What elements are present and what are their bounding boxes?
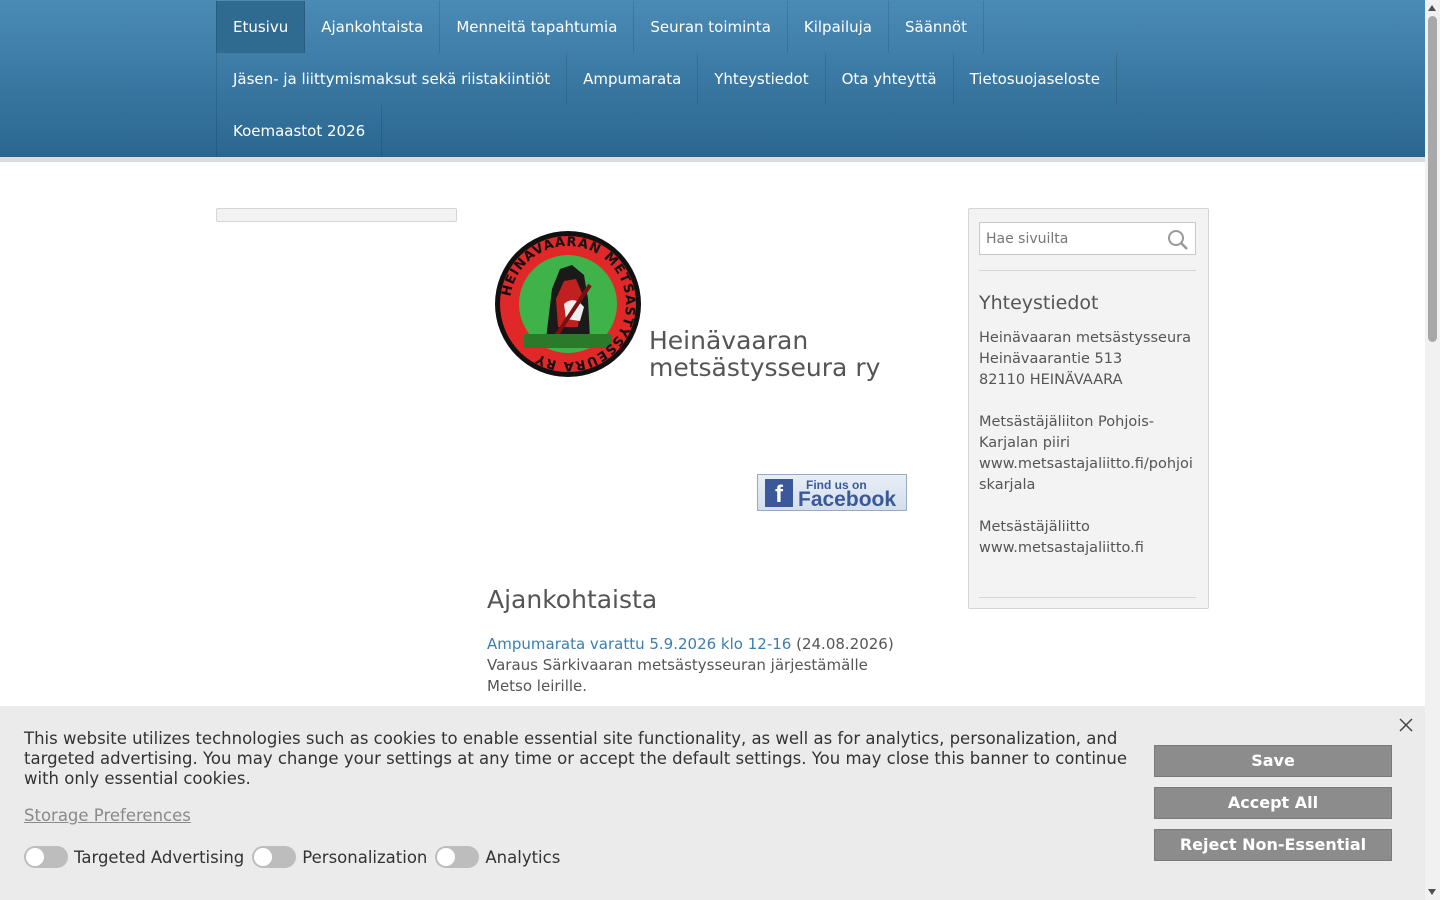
toggle-knob <box>254 848 273 866</box>
nav-row-3: Koemaastot 2026 <box>216 105 383 157</box>
search-icon[interactable] <box>1167 229 1189 251</box>
scroll-down-arrow-icon[interactable] <box>1428 889 1436 895</box>
federation-name: Metsästäjäliitto <box>979 519 1090 535</box>
club-logo: HEINÄVAARAN METSÄSTYSSEURA RY <box>494 229 642 379</box>
news-item-title-link[interactable]: Ampumarata varattu 5.9.2026 klo 12-16 <box>487 635 791 653</box>
save-button[interactable]: Save <box>1154 745 1392 777</box>
accept-all-button[interactable]: Accept All <box>1154 787 1392 819</box>
club-street: Heinävaarantie 513 <box>979 351 1123 367</box>
club-address: Heinävaaran metsästysseura Heinävaaranti… <box>979 328 1199 391</box>
federation-info: Metsästäjäliitto www.metsastajaliitto.fi <box>979 517 1199 559</box>
toggle-knob <box>26 848 44 866</box>
contact-sidebar: Yhteystiedot Heinävaaran metsästysseura … <box>968 208 1209 609</box>
club-postal: 82110 HEINÄVAARA <box>979 372 1123 388</box>
site-title: Heinävaaran metsästysseura ry <box>649 327 880 381</box>
nav-item-ajankohtaista[interactable]: Ajankohtaista <box>305 1 441 53</box>
targeted-advertising-toggle[interactable] <box>24 846 68 868</box>
nav-item-yhteystiedot[interactable]: Yhteystiedot <box>698 53 826 105</box>
nav-item-koemaastot[interactable]: Koemaastot 2026 <box>216 105 383 157</box>
contact-heading: Yhteystiedot <box>979 292 1099 314</box>
personalization-toggle[interactable] <box>252 846 297 868</box>
toggle-knob <box>437 848 456 866</box>
storage-preferences-link[interactable]: Storage Preferences <box>24 806 191 825</box>
nav-item-ampumarata[interactable]: Ampumarata <box>567 53 699 105</box>
district-url: www.metsastajaliitto.fi/pohjoiskarjala <box>979 456 1193 493</box>
news-item: Ampumarata varattu 5.9.2026 klo 12-16 (2… <box>487 634 907 697</box>
nav-item-ota-yhteytta[interactable]: Ota yhteyttä <box>826 53 954 105</box>
cookie-toggles: Targeted Advertising Personalization Ana… <box>24 846 568 868</box>
nav-item-jasenmaksut[interactable]: Jäsen- ja liittymismaksut sekä riistakii… <box>216 53 568 105</box>
nav-item-saannot[interactable]: Säännöt <box>889 1 984 53</box>
top-navigation: Etusivu Ajankohtaista Menneitä tapahtumi… <box>0 0 1425 162</box>
news-item-date: (24.08.2026) <box>796 635 894 653</box>
nav-row-1: Etusivu Ajankohtaista Menneitä tapahtumi… <box>216 1 984 53</box>
news-item-body: Varaus Särkivaaran metsästysseuran järje… <box>487 656 868 695</box>
district-info: Metsästäjäliiton Pohjois-Karjalan piiri … <box>979 412 1199 496</box>
personalization-label: Personalization <box>302 847 428 867</box>
club-name: Heinävaaran metsästysseura <box>979 330 1191 346</box>
news-heading: Ajankohtaista <box>487 585 658 614</box>
district-name: Metsästäjäliiton Pohjois-Karjalan piiri <box>979 414 1155 451</box>
sidebar-divider-bottom <box>979 597 1196 598</box>
site-title-line-2: metsästysseura ry <box>649 353 881 382</box>
nav-item-tietosuojaseloste[interactable]: Tietosuojaseloste <box>954 53 1117 105</box>
cookie-banner-text: This website utilizes technologies such … <box>24 729 1127 788</box>
page-scrollbar[interactable] <box>1425 0 1440 900</box>
facebook-badge[interactable]: f Find us on Facebook <box>757 474 907 511</box>
left-sidebar-box <box>216 208 457 222</box>
site-title-line-1: Heinävaaran <box>649 326 809 355</box>
search-box <box>979 222 1196 255</box>
nav-item-etusivu[interactable]: Etusivu <box>216 1 306 53</box>
analytics-toggle[interactable] <box>435 846 480 868</box>
close-icon[interactable] <box>1398 717 1414 733</box>
federation-url: www.metsastajaliitto.fi <box>979 540 1144 556</box>
sidebar-divider <box>979 270 1196 271</box>
facebook-name: Facebook <box>798 488 897 511</box>
contact-details: Heinävaaran metsästysseura Heinävaaranti… <box>979 328 1199 580</box>
reject-non-essential-button[interactable]: Reject Non-Essential <box>1154 829 1392 861</box>
nav-item-kilpailuja[interactable]: Kilpailuja <box>788 1 889 53</box>
cookie-banner: This website utilizes technologies such … <box>0 706 1425 900</box>
scrollbar-thumb[interactable] <box>1428 16 1437 342</box>
search-input[interactable] <box>980 223 1172 254</box>
facebook-icon: f <box>765 479 793 508</box>
targeted-advertising-label: Targeted Advertising <box>74 847 245 867</box>
nav-item-seuran-toiminta[interactable]: Seuran toiminta <box>634 1 788 53</box>
nav-item-menneita-tapahtumia[interactable]: Menneitä tapahtumia <box>440 1 635 53</box>
analytics-label: Analytics <box>485 847 561 867</box>
scroll-up-arrow-icon[interactable] <box>1428 5 1436 11</box>
nav-row-2: Jäsen- ja liittymismaksut sekä riistakii… <box>216 53 1117 105</box>
